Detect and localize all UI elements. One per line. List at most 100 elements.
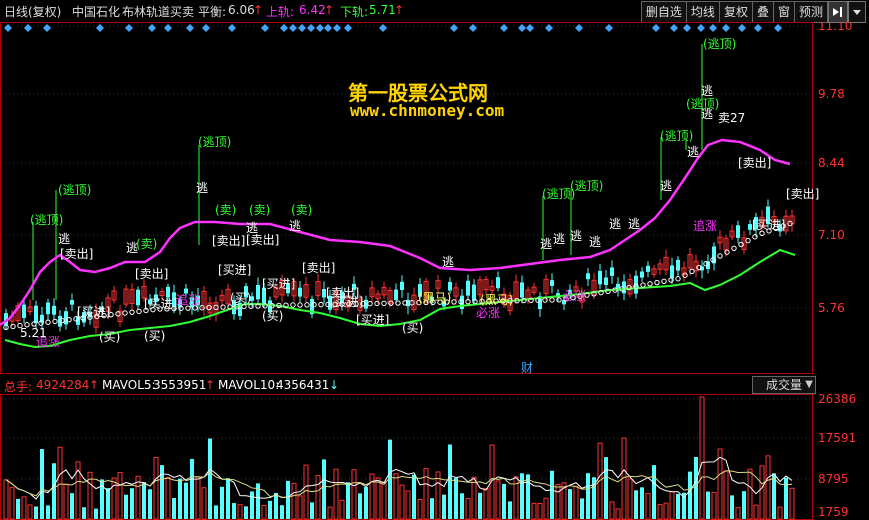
volume-bar	[184, 482, 188, 519]
mid-band-dot	[752, 234, 758, 240]
candle-body	[586, 273, 590, 280]
volume-bar	[339, 499, 345, 520]
sell-circle-label: (卖)	[249, 203, 270, 217]
volume-bar	[652, 465, 656, 519]
mavol10-down-arrow-icon: ↓	[329, 378, 340, 392]
mid-band-dot	[542, 297, 548, 303]
signal-diamond-icon	[186, 24, 194, 32]
y-tick-label: 11.10	[818, 22, 852, 33]
indicator-name[interactable]: 布林轨道买卖	[122, 3, 194, 20]
volume-bar	[333, 468, 339, 520]
buy-bracket-label: [买进]	[144, 297, 177, 311]
volume-bar	[645, 492, 651, 520]
buy-bracket-label: [买进]	[262, 277, 295, 291]
volume-bar	[586, 473, 590, 519]
volume-bar	[190, 458, 194, 519]
volume-bar	[21, 496, 27, 520]
volume-bar	[694, 457, 698, 519]
mid-band-dot	[220, 304, 226, 310]
volume-chart[interactable]: 26386 17591 8795 1759	[0, 394, 869, 520]
volume-bar	[448, 444, 452, 519]
volume-bar	[178, 478, 182, 519]
signal-diamond-icon	[280, 24, 288, 32]
peak-sell-label: 卖27	[718, 111, 745, 125]
sell-bracket-label: [卖出]	[212, 234, 245, 248]
volume-bar	[280, 505, 284, 519]
price-chart[interactable]: (逃顶)(逃顶)(逃顶)(逃顶)(逃顶)(逃顶)(逃顶)(逃顶)逃逃逃逃 逃逃逃逃…	[0, 22, 869, 374]
mid-band-dot	[731, 245, 737, 252]
signal-diamond-icon	[709, 24, 717, 32]
forecast-button[interactable]: 预测	[794, 1, 828, 23]
volume-bar	[688, 471, 692, 519]
candle-body	[166, 286, 170, 298]
volume-bar	[57, 446, 63, 520]
volume-bar	[717, 448, 723, 520]
mid-band-dot	[675, 276, 681, 282]
volume-bar	[46, 505, 50, 519]
window-button[interactable]: 窗	[773, 1, 795, 23]
volume-bar	[759, 465, 765, 520]
volume-bar	[699, 396, 705, 520]
finance-marker[interactable]: 财	[521, 361, 533, 374]
candle-body	[496, 277, 500, 289]
volume-bar	[52, 463, 56, 519]
signal-diamond-icon	[228, 24, 236, 32]
sell-bracket-label: [卖出]	[135, 267, 168, 281]
signal-diamond-icon	[164, 24, 172, 32]
moving-average-button[interactable]: 均线	[686, 1, 720, 23]
signal-diamond-icon	[722, 24, 730, 32]
signal-diamond-icon	[683, 24, 691, 32]
volume-bar	[201, 487, 207, 520]
dark-horse-label: (黑马)	[480, 293, 513, 307]
overlay-button[interactable]: 叠	[752, 1, 774, 23]
lower-up-arrow-icon: ↑	[394, 3, 405, 17]
signal-diamond-icon	[96, 24, 104, 32]
mid-band-dot	[381, 300, 387, 307]
remove-favorite-button[interactable]: 删自选	[640, 1, 687, 23]
volume-bar	[735, 507, 741, 520]
mavol5-up-arrow-icon: ↑	[205, 378, 216, 392]
mid-band-dot	[52, 318, 58, 325]
signal-diamond-icon	[526, 24, 534, 32]
volume-bar	[742, 491, 746, 519]
mid-band-dot	[738, 241, 744, 248]
buy-circle-label: (买)	[230, 291, 251, 305]
sell-bracket-label: [卖出]	[60, 247, 93, 261]
volume-bar	[478, 492, 482, 519]
candle-body	[610, 267, 614, 276]
volume-bar	[777, 506, 783, 520]
adjust-button[interactable]: 复权	[719, 1, 753, 23]
candle-body	[640, 271, 644, 278]
mid-band-dot	[10, 323, 16, 330]
buy-bracket-label: [买进]	[218, 263, 251, 277]
volume-bar	[471, 476, 477, 520]
escape-label: 逃	[701, 107, 713, 121]
total-volume-label: 总手:	[4, 380, 33, 394]
collapse-panel-button[interactable]	[828, 1, 848, 23]
menu-button[interactable]	[848, 1, 866, 23]
mid-band-dot	[318, 301, 324, 308]
volume-bar	[609, 501, 615, 520]
mid-band-dot	[290, 302, 296, 308]
period-label[interactable]: 日线(复权)	[4, 3, 61, 20]
volume-bar	[405, 490, 411, 520]
volume-bar	[40, 449, 44, 519]
escape-label: 逃	[196, 181, 208, 195]
escape-top-label: (逃顶)	[30, 213, 63, 227]
buy-bracket-label: [买进]	[356, 313, 389, 327]
volume-bar	[220, 486, 224, 519]
upper-up-arrow-icon: ↑	[324, 3, 335, 17]
volume-bar	[250, 491, 254, 519]
volume-bar	[111, 477, 117, 520]
volume-bar	[63, 483, 69, 520]
candle-body	[676, 259, 680, 271]
volume-bar	[495, 480, 501, 520]
escape-label: 逃	[442, 255, 454, 269]
escape-label: 逃	[628, 217, 640, 231]
candle-body	[136, 289, 140, 306]
candle-body	[52, 305, 56, 315]
candle-body	[646, 265, 650, 272]
signal-diamond-icon	[738, 24, 746, 32]
volume-tick-label: 26386	[818, 394, 856, 406]
mid-band-dot	[549, 297, 555, 303]
